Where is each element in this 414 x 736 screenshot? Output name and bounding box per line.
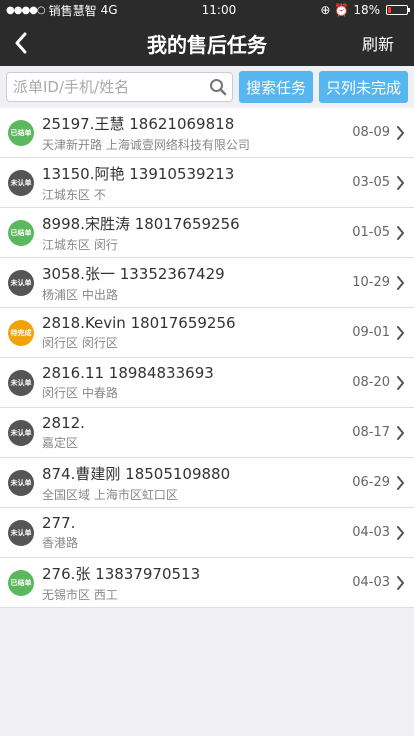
chevron-right-icon bbox=[396, 525, 406, 540]
task-row[interactable]: 已结单 25197.王慧 18621069818 天津新开路 上海诚壹网络科技有… bbox=[0, 108, 414, 158]
chevron-right-icon bbox=[396, 575, 406, 590]
refresh-button[interactable]: 刷新 bbox=[362, 20, 394, 66]
rotation-lock-icon: ⊕ bbox=[320, 3, 331, 17]
carrier-name: 销售慧智 bbox=[48, 3, 97, 18]
nav-bar: 我的售后任务 刷新 bbox=[0, 20, 414, 66]
signal-icon: ●●●●○ bbox=[6, 4, 46, 16]
task-text: 874.曹建刚 18505109880 全国区域 上海市区虹口区 bbox=[42, 463, 352, 503]
status-badge: 未认单 bbox=[8, 469, 34, 496]
battery-percent: 18% bbox=[353, 3, 380, 17]
status-badge: 未认单 bbox=[8, 419, 34, 446]
task-row[interactable]: 已结单 8998.宋胜涛 18017659256 江城东区 闵行 01-05 bbox=[0, 208, 414, 258]
task-title: 874.曹建刚 18505109880 bbox=[42, 464, 231, 483]
network-type: 4G bbox=[100, 3, 118, 17]
task-title: 2818.Kevin 18017659256 bbox=[42, 314, 236, 332]
chevron-right-icon bbox=[396, 125, 406, 140]
page-title: 我的售后任务 bbox=[147, 32, 267, 57]
status-badge: 未认单 bbox=[8, 519, 34, 546]
task-title: 13150.阿艳 13910539213 bbox=[42, 164, 235, 183]
search-icon[interactable] bbox=[209, 78, 227, 96]
chevron-right-icon bbox=[396, 275, 406, 290]
chevron-right-icon bbox=[396, 325, 406, 340]
chevron-right-icon bbox=[396, 375, 406, 390]
task-text: 25197.王慧 18621069818 天津新开路 上海诚壹网络科技有限公司 bbox=[42, 113, 352, 153]
status-badge: 未认单 bbox=[8, 369, 34, 396]
task-title: 2816.11 18984833693 bbox=[42, 364, 214, 382]
task-row[interactable]: 未认单 874.曹建刚 18505109880 全国区域 上海市区虹口区 06-… bbox=[0, 458, 414, 508]
task-date: 01-05 bbox=[352, 225, 390, 240]
task-date: 09-01 bbox=[352, 325, 390, 340]
task-list: 已结单 25197.王慧 18621069818 天津新开路 上海诚壹网络科技有… bbox=[0, 108, 414, 608]
task-title: 2812. bbox=[42, 414, 85, 432]
task-text: 2812. 嘉定区 bbox=[42, 414, 352, 451]
task-text: 2816.11 18984833693 闵行区 中春路 bbox=[42, 364, 352, 401]
task-row[interactable]: 未认单 2812. 嘉定区 08-17 bbox=[0, 408, 414, 458]
search-field-wrapper bbox=[6, 72, 233, 102]
task-date: 08-17 bbox=[352, 425, 390, 440]
status-badge: 已结单 bbox=[8, 119, 34, 146]
task-text: 2818.Kevin 18017659256 闵行区 闵行区 bbox=[42, 314, 352, 351]
alarm-icon: ⏰ bbox=[334, 3, 350, 17]
task-date: 08-20 bbox=[352, 375, 390, 390]
task-text: 13150.阿艳 13910539213 江城东区 不 bbox=[42, 163, 352, 203]
task-address: 闵行区 闵行区 bbox=[42, 336, 118, 350]
status-badge: 已结单 bbox=[8, 219, 34, 246]
search-bar: 搜索任务 只列未完成 bbox=[0, 66, 414, 108]
task-address: 嘉定区 bbox=[42, 436, 79, 450]
task-title: 25197.王慧 18621069818 bbox=[42, 114, 235, 133]
task-row[interactable]: 未认单 13150.阿艳 13910539213 江城东区 不 03-05 bbox=[0, 158, 414, 208]
chevron-right-icon bbox=[396, 425, 406, 440]
task-address: 江城东区 不 bbox=[42, 187, 106, 202]
task-date: 06-29 bbox=[352, 475, 390, 490]
task-date: 04-03 bbox=[352, 525, 390, 540]
task-title: 3058.张一 13352367429 bbox=[42, 264, 225, 283]
chevron-left-icon bbox=[15, 32, 27, 54]
only-unfinished-button[interactable]: 只列未完成 bbox=[318, 71, 408, 103]
status-badge: 待完成 bbox=[8, 319, 34, 346]
task-text: 8998.宋胜涛 18017659256 江城东区 闵行 bbox=[42, 213, 352, 253]
task-title: 277. bbox=[42, 514, 76, 532]
task-row[interactable]: 未认单 277. 香港路 04-03 bbox=[0, 508, 414, 558]
task-row[interactable]: 已结单 276.张 13837970513 无锡市区 西工 04-03 bbox=[0, 558, 414, 608]
task-address: 江城东区 闵行 bbox=[42, 237, 118, 252]
task-address: 天津新开路 上海诚壹网络科技有限公司 bbox=[42, 137, 250, 152]
status-badge: 已结单 bbox=[8, 569, 34, 596]
task-text: 276.张 13837970513 无锡市区 西工 bbox=[42, 563, 352, 603]
status-bar: ●●●●○ 销售慧智 4G 11:00 ⊕ ⏰ 18% bbox=[0, 0, 414, 20]
battery-icon bbox=[386, 5, 410, 15]
task-date: 08-09 bbox=[352, 125, 390, 140]
task-text: 3058.张一 13352367429 杨浦区 中出路 bbox=[42, 263, 352, 303]
task-title: 276.张 13837970513 bbox=[42, 564, 201, 583]
task-title: 8998.宋胜涛 18017659256 bbox=[42, 214, 240, 233]
task-address: 无锡市区 西工 bbox=[42, 587, 118, 602]
task-date: 10-29 bbox=[352, 275, 390, 290]
task-address: 全国区域 上海市区虹口区 bbox=[42, 487, 178, 502]
task-row[interactable]: 未认单 3058.张一 13352367429 杨浦区 中出路 10-29 bbox=[0, 258, 414, 308]
clock: 11:00 bbox=[201, 3, 237, 17]
task-address: 杨浦区 中出路 bbox=[42, 287, 118, 302]
chevron-right-icon bbox=[396, 475, 406, 490]
back-button[interactable] bbox=[14, 20, 28, 66]
status-badge: 未认单 bbox=[8, 269, 34, 296]
task-row[interactable]: 未认单 2816.11 18984833693 闵行区 中春路 08-20 bbox=[0, 358, 414, 408]
status-badge: 未认单 bbox=[8, 169, 34, 196]
task-date: 03-05 bbox=[352, 175, 390, 190]
chevron-right-icon bbox=[396, 175, 406, 190]
task-address: 香港路 bbox=[42, 536, 79, 550]
search-task-button[interactable]: 搜索任务 bbox=[238, 71, 313, 103]
task-text: 277. 香港路 bbox=[42, 514, 352, 551]
task-address: 闵行区 中春路 bbox=[42, 386, 118, 400]
task-date: 04-03 bbox=[352, 575, 390, 590]
search-input[interactable] bbox=[7, 73, 232, 101]
chevron-right-icon bbox=[396, 225, 406, 240]
task-row[interactable]: 待完成 2818.Kevin 18017659256 闵行区 闵行区 09-01 bbox=[0, 308, 414, 358]
